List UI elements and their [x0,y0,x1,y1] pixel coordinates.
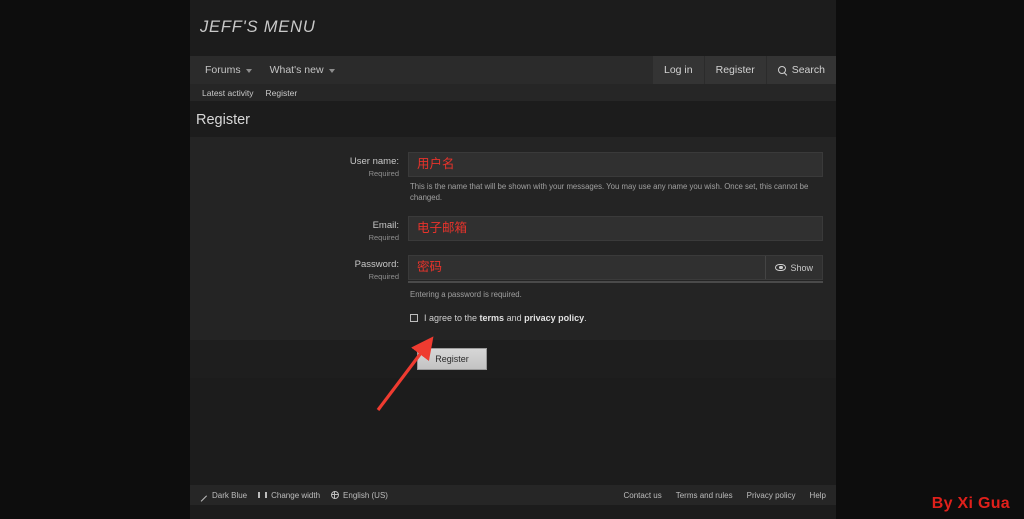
email-input-value: 电子邮箱 [417,222,467,235]
footer-change-width[interactable]: Change width [258,491,320,500]
username-label: User name: [190,156,399,169]
subnav-item-latest-activity[interactable]: Latest activity [196,88,260,98]
globe-icon [331,491,339,499]
footer-link-contact-us[interactable]: Contact us [623,491,661,500]
username-required-note: Required [190,169,399,180]
email-field-col: 电子邮箱 [408,216,836,241]
agreement-checkbox[interactable] [410,314,418,322]
agreement-suffix: . [584,313,587,323]
site-logo[interactable]: JEFF'S MENU [200,18,836,37]
form-row-username: User name: Required 用户名 This is the name… [190,146,836,210]
username-field-col: 用户名 This is the name that will be shown … [408,152,836,204]
privacy-policy-link[interactable]: privacy policy [524,313,584,323]
show-password-label: Show [790,263,813,273]
register-nav-button[interactable]: Register [704,56,766,84]
submit-row-spacer [190,348,408,370]
nav-item-forums[interactable]: Forums [196,56,261,84]
password-label-col: Password: Required [190,255,408,282]
register-form: User name: Required 用户名 This is the name… [190,137,836,340]
login-label: Log in [664,64,693,76]
username-input[interactable]: 用户名 [408,152,823,177]
page-title: Register [190,101,836,137]
email-required-note: Required [190,233,399,244]
agreement-field-col: I agree to the terms and privacy policy. [408,313,836,323]
chevron-down-icon [329,69,335,73]
password-input-value: 密码 [417,261,442,274]
nav-item-whats-new[interactable]: What's new [261,56,344,84]
sub-navbar: Latest activity Register [190,84,836,101]
login-button[interactable]: Log in [652,56,704,84]
site-header: JEFF'S MENU [190,0,836,56]
screenshot-root: JEFF'S MENU Forums What's new Log in R [0,0,1024,519]
password-hint: Entering a password is required. [408,283,823,301]
terms-link[interactable]: terms [480,313,505,323]
password-field-col: 密码 Show Entering a password is required. [408,255,836,301]
navbar-left-group: Forums What's new [190,56,344,84]
agreement-prefix: I agree to the [424,313,480,323]
footer-link-help[interactable]: Help [810,491,826,500]
register-submit-button[interactable]: Register [417,348,487,370]
footer-left-group: Dark Blue Change width English (US) [200,491,388,500]
eye-icon [775,264,786,271]
password-required-note: Required [190,272,399,283]
footer-right-group: Contact us Terms and rules Privacy polic… [623,491,826,500]
show-password-button[interactable]: Show [765,256,822,279]
agreement-text: I agree to the terms and privacy policy. [424,313,587,323]
search-button[interactable]: Search [766,56,836,84]
width-icon [258,491,267,499]
email-input[interactable]: 电子邮箱 [408,216,823,241]
footer-style-chooser[interactable]: Dark Blue [200,491,247,500]
password-input[interactable]: 密码 Show [408,255,823,280]
form-row-password: Password: Required 密码 Show Entering a pa… [190,249,836,307]
subnav-item-register[interactable]: Register [260,88,304,98]
register-nav-label: Register [716,64,755,76]
navbar-right-group: Log in Register Search [652,56,836,84]
form-submit-row: Register [190,340,836,378]
brush-icon [200,491,208,499]
footer-language-label: English (US) [343,491,388,500]
footer-link-privacy-policy[interactable]: Privacy policy [747,491,796,500]
form-row-agreement: I agree to the terms and privacy policy. [190,307,836,329]
search-label: Search [792,64,825,76]
search-icon [778,66,787,75]
username-label-col: User name: Required [190,152,408,179]
watermark: By Xi Gua [932,495,1010,513]
footer-style-label: Dark Blue [212,491,247,500]
footer-link-terms-and-rules[interactable]: Terms and rules [676,491,733,500]
site-footer: Dark Blue Change width English (US) Cont… [190,485,836,505]
form-row-email: Email: Required 电子邮箱 [190,210,836,249]
chevron-down-icon [246,69,252,73]
nav-item-label: What's new [270,64,324,76]
nav-item-label: Forums [205,64,241,76]
page-container: JEFF'S MENU Forums What's new Log in R [190,0,836,519]
email-label: Email: [190,220,399,233]
username-input-value: 用户名 [417,158,455,171]
agreement-label-col [190,313,408,317]
footer-width-label: Change width [271,491,320,500]
password-label: Password: [190,259,399,272]
main-navbar: Forums What's new Log in Register Search [190,56,836,84]
footer-language-chooser[interactable]: English (US) [331,491,388,500]
agreement-check-row[interactable]: I agree to the terms and privacy policy. [408,313,823,323]
username-hint: This is the name that will be shown with… [408,177,823,204]
agreement-middle: and [504,313,524,323]
email-label-col: Email: Required [190,216,408,243]
